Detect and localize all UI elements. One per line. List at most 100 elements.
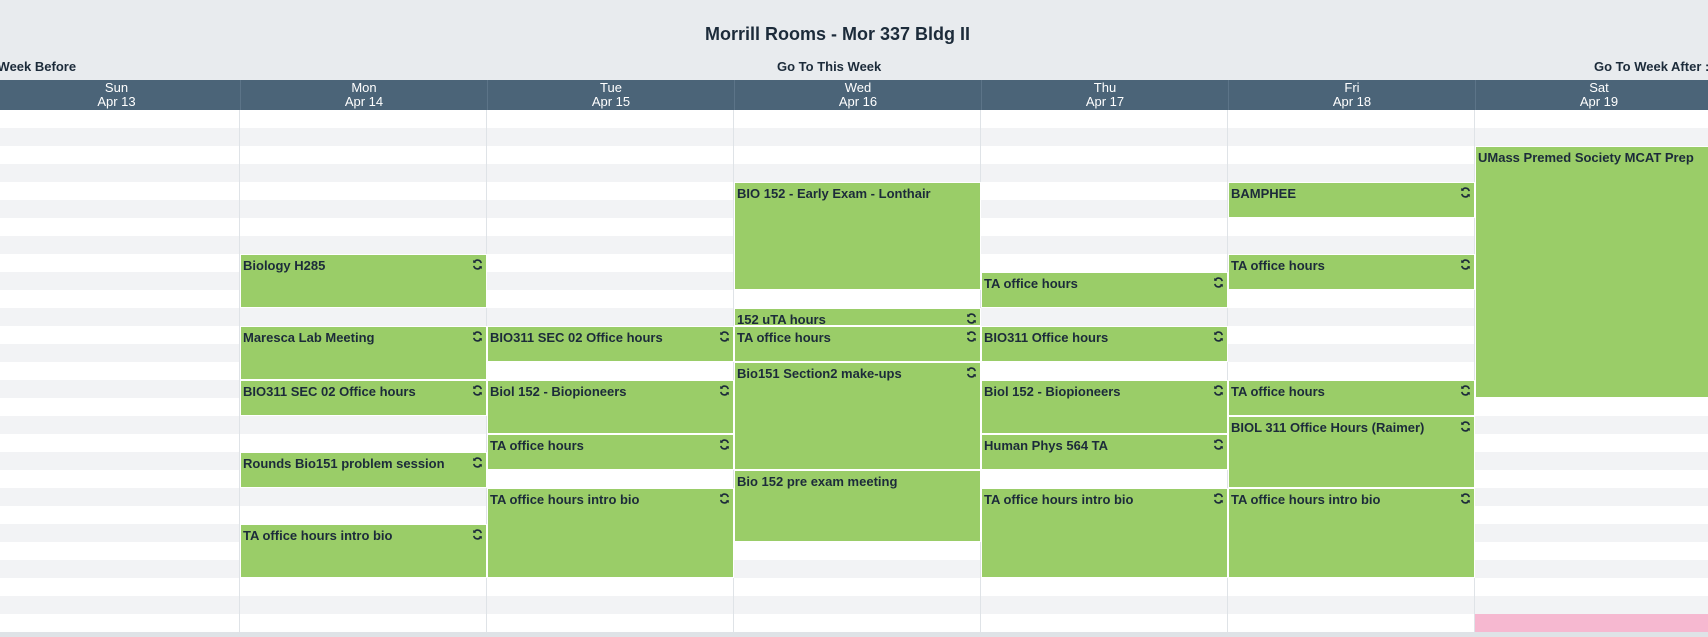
event-title: Bio 152 pre exam meeting [737,474,898,489]
day-date: Apr 18 [1332,94,1372,109]
event-title: BIOL 311 Office Hours (Raimer) [1231,420,1425,435]
this-week-link[interactable]: Go To This Week [777,59,881,74]
calendar-event[interactable]: BIO 152 - Early Exam - Lonthair [734,182,981,290]
calendar-event[interactable]: Biology H285 [240,254,487,308]
day-date: Apr 13 [97,94,136,109]
calendar-event-pink[interactable] [1475,614,1708,632]
calendar-event[interactable]: TA office hours intro bio [487,488,734,578]
event-title: TA office hours intro bio [243,528,393,543]
event-title: BAMPHEE [1231,186,1297,201]
time-slot-row[interactable] [0,164,1708,182]
refresh-icon [719,385,730,399]
day-date: Apr 14 [344,94,384,109]
day-date: Apr 16 [838,94,878,109]
refresh-icon [966,367,977,381]
calendar-event[interactable]: Bio 152 pre exam meeting [734,470,981,542]
refresh-icon [472,331,483,345]
event-title: TA office hours [984,276,1078,291]
time-slot-row[interactable] [0,596,1708,614]
calendar-event[interactable]: BIOL 311 Office Hours (Raimer) [1228,416,1475,488]
day-header-sat: Sat Apr 19 [1475,80,1708,110]
event-title: UMass Premed Society MCAT Prep [1478,150,1694,165]
event-title: TA office hours [490,438,584,453]
time-slot-row[interactable] [0,128,1708,146]
refresh-icon [1213,493,1224,507]
calendar-event[interactable]: BIO311 Office hours [981,326,1228,362]
calendar-event[interactable]: BIO311 SEC 02 Office hours [240,380,487,416]
page-title: Morrill Rooms - Mor 337 Bldg II [704,24,971,44]
event-title: Biol 152 - Biopioneers [490,384,627,399]
day-name: Tue [600,80,622,95]
calendar-event[interactable]: Rounds Bio151 problem session [240,452,487,488]
refresh-icon [1213,439,1224,453]
calendar-event[interactable]: Biol 152 - Biopioneers [981,380,1228,434]
refresh-icon [966,331,977,345]
day-name: Sun [104,80,129,95]
day-name: Thu [1093,80,1117,95]
refresh-icon [1213,277,1224,291]
event-title: TA office hours intro bio [1231,492,1381,507]
day-header-mon: Mon Apr 14 [240,80,487,110]
day-name: Mon [351,80,377,95]
calendar-event[interactable]: TA office hours [981,272,1228,308]
next-week-link[interactable]: Go To Week After : [1594,59,1708,74]
event-title: Bio151 Section2 make-ups [737,366,902,381]
bottom-border [0,632,1708,637]
calendar-event[interactable]: TA office hours intro bio [1228,488,1475,578]
event-title: Rounds Bio151 problem session [243,456,445,471]
calendar-event[interactable]: TA office hours [1228,380,1475,416]
refresh-icon [719,439,730,453]
time-slot-row[interactable] [0,110,1708,128]
refresh-icon [1213,331,1224,345]
time-slot-row[interactable] [0,146,1708,164]
time-slot-row[interactable] [0,614,1708,632]
day-header-row: Sun Apr 13 Mon Apr 14 Tue Apr 15 Wed Apr 16 Thu A… [0,80,1708,110]
calendar-event[interactable]: UMass Premed Society MCAT Prep [1475,146,1708,398]
refresh-icon [472,385,483,399]
event-title: TA office hours intro bio [490,492,640,507]
calendar-event[interactable]: Maresca Lab Meeting [240,326,487,380]
refresh-icon [966,313,977,325]
refresh-icon [1213,385,1224,399]
event-title: Human Phys 564 TA [984,438,1109,453]
calendar-event[interactable]: TA office hours intro bio [981,488,1228,578]
calendar-event[interactable]: Bio151 Section2 make-ups [734,362,981,470]
day-name: Wed [844,80,872,95]
event-title: Biol 152 - Biopioneers [984,384,1121,399]
refresh-icon [1460,493,1471,507]
refresh-icon [719,493,730,507]
refresh-icon [719,331,730,345]
calendar-event[interactable]: 152 uTA hours [734,308,981,326]
calendar-event[interactable]: BIO311 SEC 02 Office hours [487,326,734,362]
calendar-event[interactable]: Human Phys 564 TA [981,434,1228,470]
refresh-icon [1460,385,1471,399]
refresh-icon [472,457,483,471]
calendar-event[interactable]: TA office hours intro bio [240,524,487,578]
calendar-event[interactable]: Biol 152 - Biopioneers [487,380,734,434]
calendar-event[interactable]: TA office hours [487,434,734,470]
event-title: BIO311 Office hours [984,330,1109,345]
event-title: BIO311 SEC 02 Office hours [490,330,663,345]
event-title: TA office hours [1231,258,1325,273]
event-title: Maresca Lab Meeting [243,330,375,345]
refresh-icon [1460,421,1471,435]
event-title: TA office hours intro bio [984,492,1134,507]
day-date: Apr 17 [1085,94,1125,109]
calendar-event[interactable]: TA office hours [1228,254,1475,290]
prev-week-link[interactable]: To Week Before [0,59,76,74]
calendar-event[interactable]: TA office hours [734,326,981,362]
event-title: 152 uTA hours [737,312,826,326]
calendar-event[interactable]: BAMPHEE [1228,182,1475,218]
refresh-icon [472,259,483,273]
event-title: TA office hours [737,330,831,345]
day-date: Apr 19 [1579,94,1619,109]
refresh-icon [472,529,483,543]
day-header-thu: Thu Apr 17 [981,80,1228,110]
event-title: TA office hours [1231,384,1325,399]
refresh-icon [1460,187,1471,201]
event-title: BIO311 SEC 02 Office hours [243,384,416,399]
time-slot-row[interactable] [0,578,1708,596]
day-header-sun: Sun Apr 13 [0,80,240,110]
day-header-wed: Wed Apr 16 [734,80,981,110]
day-header-tue: Tue Apr 15 [487,80,734,110]
